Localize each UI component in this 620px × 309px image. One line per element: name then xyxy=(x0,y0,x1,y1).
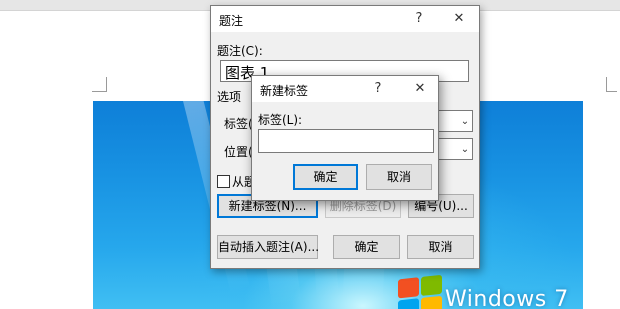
close-icon[interactable]: ✕ xyxy=(447,9,471,29)
ok-button[interactable]: 确定 xyxy=(333,235,400,259)
new-label-dialog-titlebar[interactable]: 新建标签 ? ✕ xyxy=(252,76,438,102)
caption-dialog-titlebar[interactable]: 题注 ? ✕ xyxy=(211,6,479,32)
help-icon[interactable]: ? xyxy=(407,9,431,29)
new-label-dialog-title: 新建标签 xyxy=(260,84,309,98)
options-group-label: 选项 xyxy=(217,90,242,104)
help-icon[interactable]: ? xyxy=(366,79,390,99)
new-label-input[interactable] xyxy=(258,129,434,153)
margin-corner-left xyxy=(92,77,107,92)
chevron-down-icon: ⌄ xyxy=(460,144,470,155)
windows-logo-icon xyxy=(398,274,444,309)
caption-dialog-title: 题注 xyxy=(219,14,244,28)
windows-brand-text: Windows 7 xyxy=(445,287,569,309)
margin-corner-right xyxy=(606,77,617,92)
cancel-button[interactable]: 取消 xyxy=(407,235,474,259)
autocaption-button[interactable]: 自动插入题注(A)... xyxy=(217,235,319,259)
new-label-dialog: 新建标签 ? ✕ 标签(L): 确定 取消 xyxy=(251,75,439,201)
exclude-label-checkbox[interactable] xyxy=(217,175,230,188)
new-label-cancel-button[interactable]: 取消 xyxy=(366,164,432,190)
new-label-ok-button[interactable]: 确定 xyxy=(293,164,358,190)
new-label-field-label: 标签(L): xyxy=(258,113,303,127)
caption-field-label: 题注(C): xyxy=(217,44,263,58)
chevron-down-icon: ⌄ xyxy=(460,116,470,127)
close-icon[interactable]: ✕ xyxy=(408,79,432,99)
